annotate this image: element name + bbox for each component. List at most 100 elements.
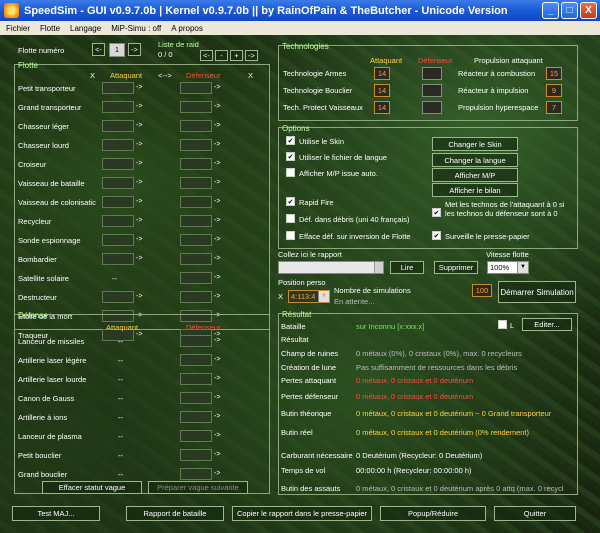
position-select[interactable]: 4:113:4 ▼: [288, 290, 330, 303]
ship-attacker-input[interactable]: [102, 291, 134, 303]
copy-arrow-icon[interactable]: ->: [214, 337, 220, 344]
ship-attacker-input[interactable]: [102, 177, 134, 189]
copy-arrow-icon[interactable]: ->: [136, 160, 142, 167]
popup-reduce-button[interactable]: Popup/Réduire: [380, 506, 486, 521]
show-mp-button[interactable]: Afficher M/P: [432, 168, 518, 182]
l-checkbox[interactable]: [498, 320, 507, 329]
ship-defender-input[interactable]: [180, 291, 212, 303]
engine-field[interactable]: 9: [546, 84, 562, 97]
tech-attacker-field[interactable]: 14: [374, 67, 390, 80]
ship-defender-input[interactable]: [180, 101, 212, 113]
copy-arrow-icon[interactable]: ->: [214, 432, 220, 439]
flotte-swap-button[interactable]: <-->: [158, 71, 172, 80]
copy-arrow-icon[interactable]: ->: [136, 293, 142, 300]
defense-defender-input[interactable]: [180, 392, 212, 404]
raid-prev-button[interactable]: <-: [200, 50, 213, 61]
defense-defender-input[interactable]: [180, 430, 212, 442]
clear-wave-button[interactable]: Effacer statut vague: [42, 481, 142, 494]
copy-arrow-icon[interactable]: ->: [214, 470, 220, 477]
option-checkbox[interactable]: [286, 152, 295, 161]
copy-arrow-icon[interactable]: ->: [214, 255, 220, 262]
prepare-next-wave-button[interactable]: Préparer vague suivante: [148, 481, 248, 494]
flotte-number-field[interactable]: 1: [109, 43, 125, 57]
ship-attacker-input[interactable]: [102, 196, 134, 208]
ship-defender-input[interactable]: [180, 234, 212, 246]
copy-arrow-icon[interactable]: ->: [136, 179, 142, 186]
option-checkbox[interactable]: [286, 197, 295, 206]
copy-arrow-icon[interactable]: ->: [136, 141, 142, 148]
defense-defender-input[interactable]: [180, 373, 212, 385]
ship-attacker-input[interactable]: [102, 158, 134, 170]
ship-attacker-input[interactable]: [102, 253, 134, 265]
minimize-button[interactable]: _: [542, 2, 559, 19]
ship-defender-input[interactable]: [180, 253, 212, 265]
option-checkbox[interactable]: [286, 168, 295, 177]
ship-attacker-input[interactable]: [102, 234, 134, 246]
tech-defender-field[interactable]: [422, 84, 442, 97]
copy-arrow-icon[interactable]: ->: [136, 255, 142, 262]
copy-arrow-icon[interactable]: ->: [214, 198, 220, 205]
ship-defender-input[interactable]: [180, 158, 212, 170]
copy-arrow-icon[interactable]: ->: [136, 84, 142, 91]
clipboard-checkbox[interactable]: [432, 231, 441, 240]
copy-arrow-icon[interactable]: ->: [136, 236, 142, 243]
option-checkbox[interactable]: [286, 136, 295, 145]
copy-arrow-icon[interactable]: ->: [214, 236, 220, 243]
defense-defender-input[interactable]: [180, 354, 212, 366]
ship-defender-input[interactable]: [180, 177, 212, 189]
engine-field[interactable]: 7: [546, 101, 562, 114]
option-checkbox[interactable]: [286, 214, 295, 223]
flotte-clear-defender[interactable]: X: [248, 71, 253, 80]
zero-tech-checkbox[interactable]: [432, 208, 441, 217]
defense-defender-input[interactable]: [180, 411, 212, 423]
ship-attacker-input[interactable]: [102, 82, 134, 94]
supprimer-button[interactable]: Supprimer: [434, 261, 478, 274]
defense-defender-input[interactable]: [180, 335, 212, 347]
ship-attacker-input[interactable]: [102, 139, 134, 151]
position-clear-button[interactable]: X: [278, 292, 283, 301]
close-button[interactable]: X: [580, 2, 597, 19]
ship-defender-input[interactable]: [180, 82, 212, 94]
copy-report-button[interactable]: Copier le rapport dans le presse-papier: [232, 506, 372, 521]
rapport-bataille-button[interactable]: Rapport de bataille: [126, 506, 224, 521]
option-checkbox[interactable]: [286, 231, 295, 240]
tech-defender-field[interactable]: [422, 101, 442, 114]
copy-arrow-icon[interactable]: ->: [136, 217, 142, 224]
copy-arrow-icon[interactable]: ->: [214, 451, 220, 458]
ship-defender-input[interactable]: [180, 272, 212, 284]
raid-plus-button[interactable]: +: [230, 50, 243, 61]
tech-attacker-field[interactable]: 14: [374, 101, 390, 114]
copy-arrow-icon[interactable]: ->: [214, 103, 220, 110]
vitesse-select[interactable]: 100% ▼: [487, 261, 529, 274]
copy-arrow-icon[interactable]: ->: [136, 103, 142, 110]
flotte-prev-button[interactable]: <-: [92, 43, 105, 56]
ship-defender-input[interactable]: [180, 120, 212, 132]
raid-next-button[interactable]: ->: [245, 50, 258, 61]
copy-arrow-icon[interactable]: ->: [214, 84, 220, 91]
change-language-button[interactable]: Changer la langue: [432, 153, 518, 167]
copy-arrow-icon[interactable]: ->: [214, 217, 220, 224]
lire-button[interactable]: Lire: [390, 261, 424, 274]
copy-arrow-icon[interactable]: ->: [214, 375, 220, 382]
ship-defender-input[interactable]: [180, 215, 212, 227]
raid-minus-button[interactable]: -: [215, 50, 228, 61]
copy-arrow-icon[interactable]: ->: [214, 356, 220, 363]
change-skin-button[interactable]: Changer le Skin: [432, 137, 518, 151]
menu-mip-simu[interactable]: MiP-Simu : off: [111, 24, 161, 33]
ship-attacker-input[interactable]: [102, 120, 134, 132]
menu-langage[interactable]: Langage: [70, 24, 101, 33]
tech-defender-field[interactable]: [422, 67, 442, 80]
ship-defender-input[interactable]: [180, 139, 212, 151]
copy-arrow-icon[interactable]: ->: [214, 413, 220, 420]
editer-button[interactable]: Editer...: [522, 318, 572, 331]
menu-a-propos[interactable]: A propos: [171, 24, 203, 33]
ship-attacker-input[interactable]: [102, 101, 134, 113]
ship-attacker-input[interactable]: [102, 215, 134, 227]
test-maj-button[interactable]: Test MAJ...: [12, 506, 100, 521]
flotte-clear-attacker[interactable]: X: [90, 71, 95, 80]
show-bilan-button[interactable]: Afficher le bilan: [432, 183, 518, 197]
quit-button[interactable]: Quitter: [494, 506, 576, 521]
defense-defender-input[interactable]: [180, 449, 212, 461]
engine-field[interactable]: 15: [546, 67, 562, 80]
menu-flotte[interactable]: Flotte: [40, 24, 60, 33]
